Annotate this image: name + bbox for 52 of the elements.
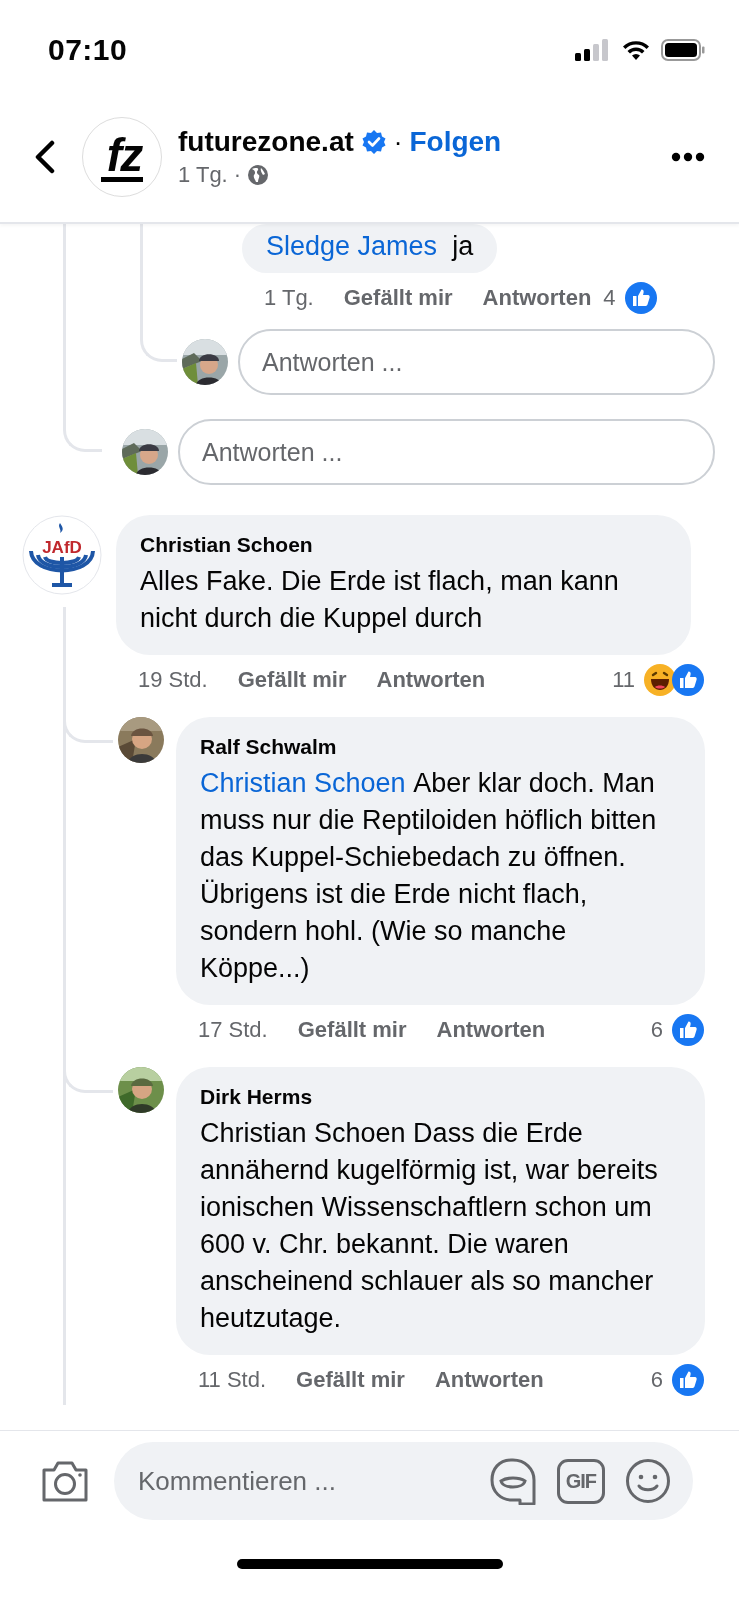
signal-icon xyxy=(575,39,611,61)
like-icon xyxy=(671,1363,705,1397)
avatar-logo[interactable]: JAfD xyxy=(22,515,102,595)
wifi-icon xyxy=(621,39,651,61)
more-icon[interactable] xyxy=(671,152,705,162)
globe-icon xyxy=(247,164,270,186)
comment-text: Christian Schoen Aber klar doch. Man muss nur die Reptiloiden höflich bitten das Kuppel-Schiebedach zu öffnen. Übrigens ist die Erde nicht flach, sondern hohl. (Wie so manche Köppe...) xyxy=(200,767,658,985)
like-icon xyxy=(671,1013,705,1047)
comment-text: Sledge James ja xyxy=(266,230,474,263)
thread-connector xyxy=(140,329,177,362)
reaction-count: 6 xyxy=(650,1367,663,1393)
like-link[interactable]: Gefällt mir xyxy=(296,1367,405,1393)
thread-connector xyxy=(63,419,102,452)
page-name[interactable]: futurezone.at xyxy=(178,126,354,158)
reply-field[interactable]: Antworten ... xyxy=(178,419,715,485)
back-icon[interactable] xyxy=(34,140,56,174)
gif-button[interactable]: GIF xyxy=(556,1458,605,1504)
reaction-count: 11 xyxy=(612,667,635,693)
emoji-icon[interactable] xyxy=(625,1458,671,1504)
like-icon xyxy=(671,663,705,697)
comment-author[interactable]: Christian Schoen xyxy=(140,531,667,559)
reply-field[interactable]: Antworten ... xyxy=(238,329,715,395)
post-age: 1 Tg. xyxy=(178,162,228,188)
like-link[interactable]: Gefällt mir xyxy=(297,1017,407,1043)
reaction-count: 6 xyxy=(650,1017,663,1043)
comment-time: 1 Tg. xyxy=(264,285,314,311)
comment-text: Alles Fake. Die Erde ist flach, man kann nicht durch die Kuppel durch xyxy=(140,565,620,635)
battery-icon xyxy=(661,39,705,61)
reply-link[interactable]: Antworten xyxy=(436,1017,546,1043)
comment-time: 19 Std. xyxy=(138,667,208,693)
comment-time: 17 Std. xyxy=(198,1017,268,1043)
sticker-icon[interactable] xyxy=(488,1457,537,1505)
reaction-count: 4 xyxy=(603,285,616,311)
like-link[interactable]: Gefällt mir xyxy=(237,667,347,693)
reply-link[interactable]: Antworten xyxy=(376,667,486,693)
comment-text: Christian Schoen Dass die Erde annähernd kugelförmig ist, war bereits ionischen Wissenschaftlern schon um 600 v. Chr. bekannt. Die waren anscheinend schlauer als so mancher heutzutage. xyxy=(200,1117,659,1335)
like-icon xyxy=(623,281,658,315)
separator-dot: · xyxy=(393,126,403,158)
follow-link[interactable]: Folgen xyxy=(409,126,502,158)
mention-link[interactable]: Christian Schoen xyxy=(200,768,406,798)
like-link[interactable]: Gefällt mir xyxy=(343,285,453,311)
reply-link[interactable]: Antworten xyxy=(482,285,592,311)
mention-link[interactable]: Sledge James xyxy=(266,231,438,261)
comment-author[interactable]: Ralf Schwalm xyxy=(200,733,681,761)
comment-field[interactable]: Kommentieren ... GIF xyxy=(114,1442,693,1520)
comment-author[interactable]: Dirk Herms xyxy=(200,1083,681,1111)
comment-time: 11 Std. xyxy=(198,1367,267,1393)
separator-dot: · xyxy=(233,162,242,188)
reply-link[interactable]: Antworten xyxy=(434,1367,544,1393)
laughing-emoji-icon xyxy=(643,663,677,697)
status-time: 07:10 xyxy=(48,33,128,67)
logo-text: JAfD xyxy=(42,538,82,557)
